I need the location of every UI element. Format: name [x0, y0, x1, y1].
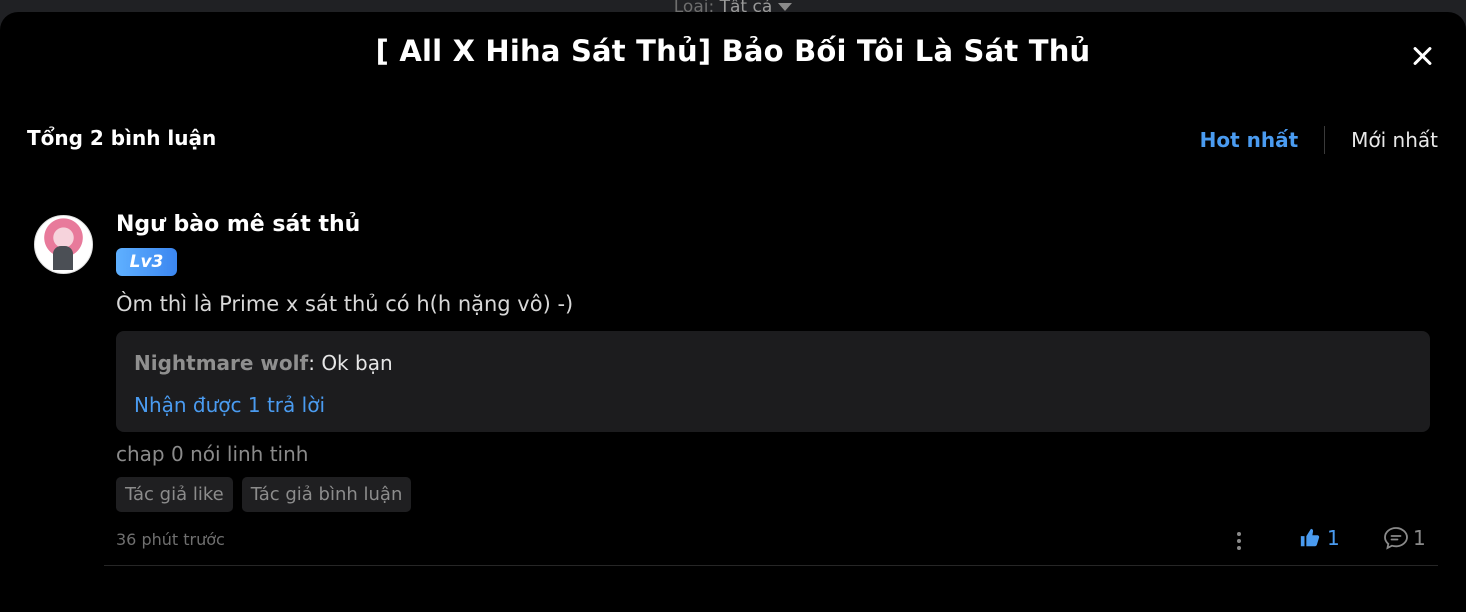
comment-divider: [104, 565, 1438, 566]
close-icon[interactable]: [1408, 42, 1438, 72]
tag-author-like: Tác giả like: [116, 477, 233, 512]
sort-divider: [1324, 126, 1326, 154]
more-options-icon[interactable]: [1230, 530, 1248, 552]
comment-time: 36 phút trước: [116, 530, 225, 549]
tag-author-comment: Tác giả bình luận: [241, 477, 412, 512]
comment-text: Òm thì là Prime x sát thủ có h(h nặng vô…: [116, 292, 574, 316]
comments-modal: [ All X Hiha Sát Thủ] Bảo Bối Tôi Là Sát…: [0, 12, 1466, 612]
reply-count: 1: [1413, 526, 1426, 550]
comment-username[interactable]: Ngư bào mê sát thủ: [116, 212, 360, 237]
reply-author[interactable]: Nightmare wolf: [134, 351, 308, 375]
modal-title: [ All X Hiha Sát Thủ] Bảo Bối Tôi Là Sát…: [375, 34, 1091, 68]
avatar[interactable]: [34, 215, 93, 274]
reply-text: : Ok bạn: [308, 351, 393, 375]
comment-bubble-icon: [1384, 527, 1408, 550]
comment-total: Tổng 2 bình luận: [27, 126, 217, 150]
caret-down-icon: [778, 3, 793, 11]
reply-line: Nightmare wolf: Ok bạn: [134, 351, 393, 375]
sort-tabs: Hot nhất Mới nhất: [1200, 126, 1438, 154]
comment-tags: Tác giả like Tác giả bình luận: [116, 477, 412, 512]
view-replies-link[interactable]: Nhận được 1 trả lời: [134, 393, 325, 417]
thumbs-up-icon: [1300, 528, 1320, 547]
reply-preview[interactable]: Nightmare wolf: Ok bạn Nhận được 1 trả l…: [116, 331, 1430, 432]
like-button[interactable]: 1: [1299, 526, 1340, 550]
sort-hot-tab[interactable]: Hot nhất: [1200, 128, 1299, 152]
sort-new-tab[interactable]: Mới nhất: [1351, 128, 1438, 152]
reply-button[interactable]: 1: [1383, 526, 1426, 550]
level-badge: Lv3: [116, 248, 177, 276]
chapter-note: chap 0 nói linh tinh: [116, 442, 309, 466]
like-count: 1: [1327, 526, 1340, 550]
